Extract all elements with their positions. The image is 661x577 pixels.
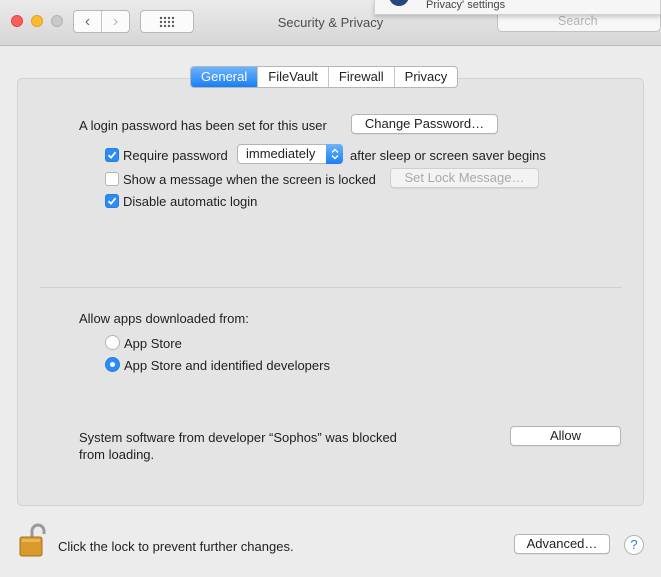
notification-banner[interactable]: Privacy' settings — [374, 0, 661, 15]
require-password-delay-select[interactable]: immediately — [237, 144, 343, 164]
tab-bar: General FileVault Firewall Privacy — [190, 66, 459, 88]
advanced-button[interactable]: Advanced… — [514, 534, 610, 554]
blocked-software-message-line2: from loading. — [79, 447, 155, 462]
lock-instruction-text: Click the lock to prevent further change… — [58, 539, 294, 554]
lock-icon[interactable] — [19, 523, 49, 557]
require-password-checkbox[interactable] — [105, 148, 119, 162]
updown-chevron-icon — [326, 144, 343, 164]
tab-privacy[interactable]: Privacy — [393, 67, 458, 87]
login-password-text: A login password has been set for this u… — [79, 118, 327, 133]
set-lock-message-button[interactable]: Set Lock Message… — [390, 168, 539, 188]
disable-auto-login-label: Disable automatic login — [123, 194, 258, 209]
tab-firewall[interactable]: Firewall — [327, 67, 394, 87]
section-divider — [40, 287, 622, 288]
app-store-radio[interactable] — [105, 335, 120, 350]
app-store-identified-radio[interactable] — [105, 357, 120, 372]
app-store-label: App Store — [124, 336, 182, 351]
disable-auto-login-checkbox[interactable] — [105, 194, 119, 208]
change-password-button[interactable]: Change Password… — [351, 114, 498, 134]
require-password-delay-value: immediately — [246, 146, 316, 161]
after-sleep-text: after sleep or screen saver begins — [350, 148, 546, 163]
blocked-software-message-line1: System software from developer “Sophos” … — [79, 430, 397, 445]
checkmark-icon — [107, 151, 117, 159]
allow-apps-heading: Allow apps downloaded from: — [79, 311, 249, 326]
title-bar: ‹ › Security & Privacy Search Privacy' s… — [0, 0, 661, 46]
show-message-label: Show a message when the screen is locked — [123, 172, 376, 187]
app-store-identified-label: App Store and identified developers — [124, 358, 330, 373]
checkmark-icon — [107, 197, 117, 205]
require-password-label: Require password — [123, 148, 228, 163]
tab-general[interactable]: General — [191, 67, 258, 87]
tab-filevault[interactable]: FileVault — [257, 67, 328, 87]
allow-button[interactable]: Allow — [510, 426, 621, 446]
notification-text: Privacy' settings — [426, 0, 506, 11]
show-message-checkbox[interactable] — [105, 172, 119, 186]
shield-icon — [389, 0, 409, 6]
help-icon[interactable]: ? — [624, 535, 644, 555]
